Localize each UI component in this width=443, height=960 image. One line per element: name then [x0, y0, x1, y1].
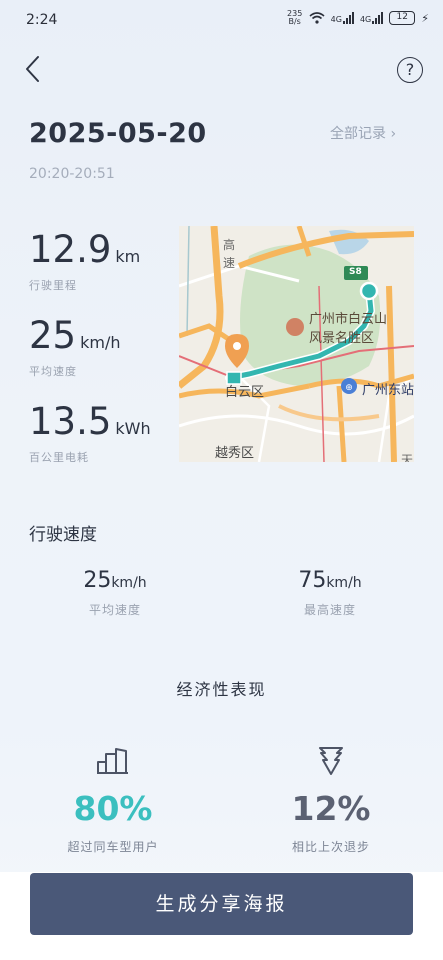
stat-avg-speed-label: 平均速度 [29, 365, 77, 378]
speed-max-value: 75 [298, 568, 327, 593]
map-label-station: 广州东站 [362, 383, 414, 398]
charging-icon: ⚡ [421, 11, 429, 25]
arrow-down-icon [319, 747, 343, 775]
network-speed-unit: B/s [288, 17, 301, 26]
signal-icon-2: 4G [359, 12, 384, 24]
speed-avg-value: 25 [83, 568, 112, 593]
speed-avg: 25km/h 平均速度 [60, 568, 170, 618]
battery-icon: 12 [389, 11, 416, 25]
route-map[interactable]: ⊕ 高 速 S8 广州市白云山 风景名胜区 白云区 广州东站 越秀区 天 [179, 226, 414, 462]
economy-left: 80% 超过同车型用户 [33, 745, 193, 855]
economy-right: 12% 相比上次退步 [251, 745, 411, 855]
economy-right-value: 12% [291, 789, 371, 828]
speed-max-label: 最高速度 [303, 603, 356, 617]
signal-icon-1: 4G [331, 12, 354, 24]
help-icon[interactable]: ? [397, 57, 423, 83]
signal-2-label: 4G [359, 15, 372, 24]
all-records-link[interactable]: 全部记录 › [330, 123, 396, 143]
speed-section-title: 行驶速度 [29, 525, 97, 545]
stat-consumption-unit: kWh [115, 419, 151, 438]
map-label-yuexiu-district: 越秀区 [215, 446, 255, 461]
stat-consumption-value: 13.5 [29, 400, 112, 443]
map-highway-badge: S8 [349, 267, 362, 277]
status-time: 2:24 [26, 12, 58, 28]
stat-consumption: 13.5 kWh 百公里电耗 [29, 400, 151, 465]
trip-date: 2025-05-20 [29, 118, 207, 149]
economy-right-label: 相比上次退步 [291, 840, 370, 854]
economy-title: 经济性表现 [176, 680, 267, 699]
speed-avg-unit: km/h [111, 575, 147, 591]
map-label-scenic: 广州市白云山 风景名胜区 [309, 310, 387, 348]
status-icons: 235 B/s 4G 4G 12 ⚡ [287, 10, 429, 26]
economy-left-label: 超过同车型用户 [67, 840, 159, 854]
stat-distance-unit: km [115, 247, 141, 266]
bar-chart-icon [97, 748, 128, 774]
stat-avg-speed-unit: km/h [80, 333, 121, 352]
map-label-tian: 天 [401, 453, 414, 462]
generate-poster-button[interactable]: 生成分享海报 [30, 873, 413, 935]
status-bar: 2:24 235 B/s 4G 4G 12 ⚡ [0, 0, 443, 40]
map-label-scenic-line2: 风景名胜区 [309, 331, 375, 346]
stat-avg-speed-value: 25 [29, 314, 77, 357]
network-speed: 235 B/s [287, 10, 303, 26]
economy-left-value: 80% [73, 789, 153, 828]
speed-max: 75km/h 最高速度 [275, 568, 385, 618]
speed-avg-label: 平均速度 [88, 603, 141, 617]
stat-distance-value: 12.9 [29, 228, 112, 271]
stat-consumption-label: 百公里电耗 [29, 451, 89, 464]
speed-max-unit: km/h [326, 575, 362, 591]
signal-1-label: 4G [330, 15, 342, 24]
map-label-su: 速 [223, 256, 236, 270]
stat-distance-label: 行驶里程 [29, 279, 77, 292]
map-label-gao: 高 [223, 238, 236, 252]
svg-text:⊕: ⊕ [345, 383, 353, 393]
stat-distance: 12.9 km 行驶里程 [29, 228, 140, 293]
trip-time-range: 20:20-20:51 [29, 166, 115, 182]
back-icon[interactable] [22, 54, 44, 84]
map-label-baiyun-district: 白云区 [225, 385, 265, 400]
wifi-icon [309, 12, 325, 24]
stat-avg-speed: 25 km/h 平均速度 [29, 314, 120, 379]
battery-level: 12 [396, 12, 408, 22]
map-label-scenic-line1: 广州市白云山 [309, 312, 388, 327]
